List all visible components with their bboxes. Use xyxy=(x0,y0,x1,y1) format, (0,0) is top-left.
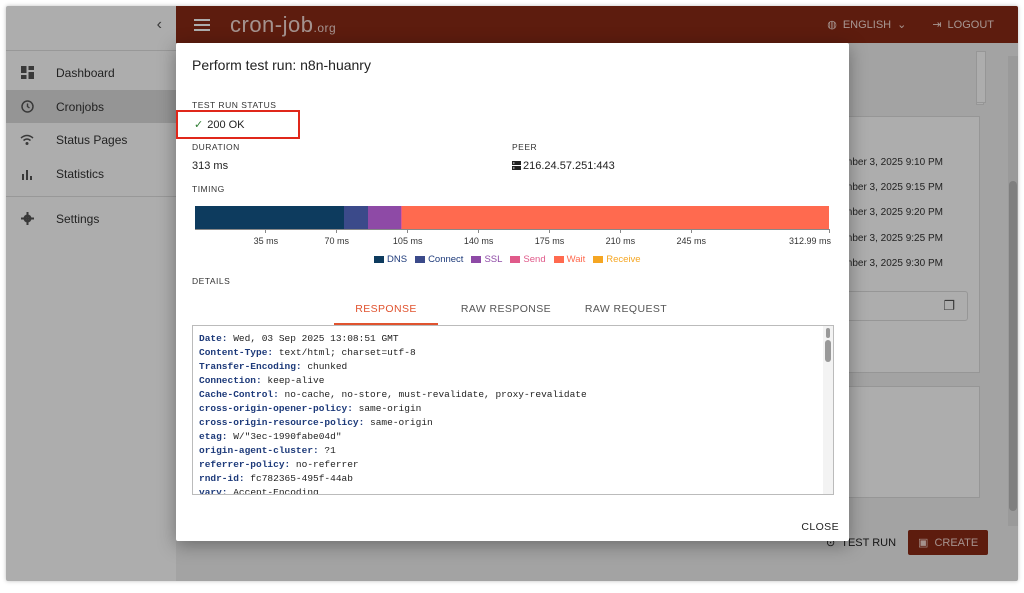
timing-tick xyxy=(619,229,621,233)
timing-tick-label: 70 ms xyxy=(324,236,350,246)
timing-segment-connect xyxy=(343,206,369,229)
timing-tick xyxy=(336,229,338,233)
tab-raw-request[interactable]: RAW REQUEST xyxy=(566,299,686,325)
timing-tick-label: 105 ms xyxy=(392,236,423,246)
response-header-line: vary: Accept-Encoding xyxy=(199,487,319,495)
app-window: ‹ Dashboard Cronjobs Status Pages Statis… xyxy=(6,6,1018,581)
response-scrollbar[interactable] xyxy=(823,326,833,494)
legend-label: DNS xyxy=(387,254,408,265)
legend-label: SSL xyxy=(484,254,503,265)
close-button[interactable]: CLOSE xyxy=(801,521,839,533)
timing-tick-label: 175 ms xyxy=(534,236,565,246)
response-header-line: rndr-id: fc782365-495f-44ab xyxy=(199,473,353,484)
peer-label: PEER xyxy=(512,142,538,152)
peer-value: 216.24.57.251:443 xyxy=(512,160,615,172)
legend-swatch xyxy=(510,256,521,263)
legend-item-send: Send xyxy=(510,254,546,265)
legend-swatch xyxy=(593,256,604,263)
response-header-line: Cache-Control: no-cache, no-store, must-… xyxy=(199,389,587,400)
tab-response[interactable]: RESPONSE xyxy=(326,299,446,325)
response-header-line: cross-origin-opener-policy: same-origin xyxy=(199,403,422,414)
timing-tick xyxy=(478,229,480,233)
timing-legend: DNS Connect SSL Send Wait Receive xyxy=(374,254,641,265)
timing-tick-label: 245 ms xyxy=(676,236,707,246)
timing-tick-label: 140 ms xyxy=(463,236,494,246)
response-scrollbar-thumb[interactable] xyxy=(825,340,831,362)
timing-tick-label: 35 ms xyxy=(253,236,279,246)
details-label: DETAILS xyxy=(192,276,231,286)
tab-raw-response[interactable]: RAW RESPONSE xyxy=(446,299,566,325)
legend-label: Connect xyxy=(428,254,464,265)
check-icon: ✓ xyxy=(194,119,204,131)
timing-tick xyxy=(407,229,409,233)
test-run-dialog: Perform test run: n8n-huanry TEST RUN ST… xyxy=(176,43,849,541)
legend-swatch xyxy=(415,256,426,263)
response-viewer[interactable]: Date: Wed, 03 Sep 2025 13:08:51 GMT Conte… xyxy=(192,325,834,495)
dialog-title: Perform test run: n8n-huanry xyxy=(192,57,371,73)
response-header-line: Content-Type: text/html; charset=utf-8 xyxy=(199,347,416,358)
timing-tick-label: 312.99 ms xyxy=(788,236,831,246)
timing-tick-label: 210 ms xyxy=(605,236,636,246)
response-header-line: Date: Wed, 03 Sep 2025 13:08:51 GMT xyxy=(199,333,399,344)
timing-label: TIMING xyxy=(192,184,225,194)
legend-swatch xyxy=(471,256,482,263)
timing-tick xyxy=(828,229,830,233)
timing-segment-ssl xyxy=(368,206,401,229)
response-headers: Date: Wed, 03 Sep 2025 13:08:51 GMT Conte… xyxy=(199,332,587,495)
timing-tick xyxy=(265,229,267,233)
timing-tick xyxy=(548,229,550,233)
response-header-line: Connection: keep-alive xyxy=(199,375,325,386)
timing-bar xyxy=(195,206,829,229)
duration-value: 313 ms xyxy=(192,160,229,172)
legend-label: Receive xyxy=(606,254,641,265)
timing-tick xyxy=(690,229,692,233)
response-header-line: etag: W/"3ec-1990fabe04d" xyxy=(199,431,342,442)
legend-item-wait: Wait xyxy=(553,254,586,265)
scroll-up-icon[interactable] xyxy=(826,328,830,338)
legend-swatch xyxy=(553,256,564,263)
legend-item-connect: Connect xyxy=(415,254,463,265)
timing-axis xyxy=(195,229,829,230)
response-header-line: Transfer-Encoding: chunked xyxy=(199,361,348,372)
legend-item-receive: Receive xyxy=(593,254,641,265)
response-header-line: origin-agent-cluster: ?1 xyxy=(199,445,336,456)
legend-swatch xyxy=(374,256,384,263)
response-header-line: referrer-policy: no-referrer xyxy=(199,459,359,470)
server-icon xyxy=(512,161,521,170)
duration-label: DURATION xyxy=(192,142,240,152)
legend-item-dns: DNS xyxy=(374,254,407,265)
details-tabs: RESPONSE RAW RESPONSE RAW REQUEST xyxy=(326,299,686,325)
status-label: TEST RUN STATUS xyxy=(192,100,277,110)
response-header-line: cross-origin-resource-policy: same-origi… xyxy=(199,417,433,428)
legend-label: Wait xyxy=(566,254,586,265)
legend-item-ssl: SSL xyxy=(471,254,502,265)
timing-segment-wait xyxy=(401,206,829,229)
timing-segment-dns xyxy=(195,206,344,229)
status-value: ✓ 200 OK xyxy=(194,119,245,131)
legend-label: Send xyxy=(523,254,546,265)
